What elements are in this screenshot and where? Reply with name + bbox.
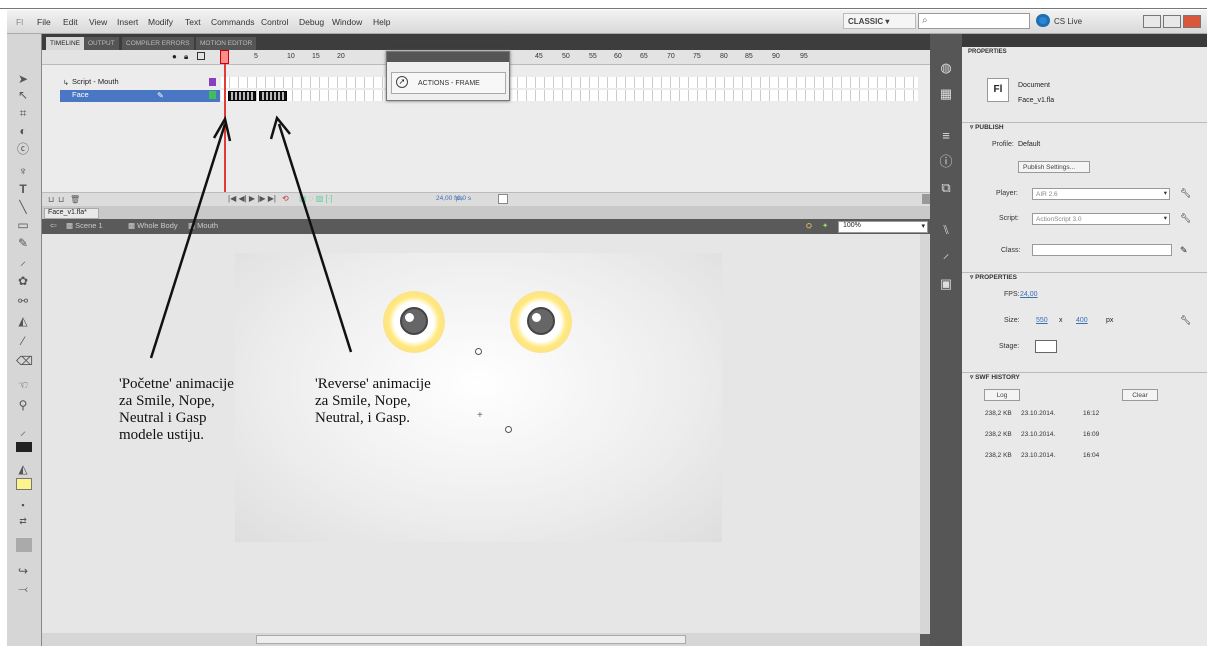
log-button[interactable]: Log xyxy=(984,389,1020,401)
flash-doc-icon: Fl xyxy=(987,78,1009,102)
history-row: 238,2 KB 23.10.2014. 16:09 xyxy=(985,431,1100,438)
publish-settings-button[interactable]: Publish Settings... xyxy=(1018,161,1090,173)
motion-presets-icon[interactable]: ⸝ xyxy=(936,244,956,264)
publish-section-header[interactable]: ▿ PUBLISH xyxy=(962,122,1207,133)
class-label: Class: xyxy=(1001,247,1021,254)
chevron-down-icon: ▾ xyxy=(1163,190,1167,197)
history-row: 238,2 KB 23.10.2014. 16:12 xyxy=(985,410,1100,417)
profile-value: Default xyxy=(1018,141,1041,148)
fps-value[interactable]: 24,00 xyxy=(1020,291,1038,298)
class-input[interactable] xyxy=(1032,244,1172,256)
align-icon[interactable]: ≡ xyxy=(936,126,956,146)
arrow-start xyxy=(149,123,227,359)
components-icon[interactable]: ▣ xyxy=(936,274,956,294)
pencil-icon[interactable]: ✎ xyxy=(1180,245,1188,256)
doc-name: Face_v1.fla xyxy=(1018,97,1055,104)
script-select[interactable]: ActionScript 3.0 ▾ xyxy=(1032,213,1170,225)
wrench-icon[interactable]: 🔧︎ xyxy=(1180,315,1191,326)
arrow-reverse xyxy=(277,123,353,353)
vertical-scrollbar[interactable] xyxy=(920,234,930,634)
wrench-icon[interactable]: 🔧︎ xyxy=(1180,188,1191,199)
size-separator: x xyxy=(1059,317,1063,324)
horizontal-scroll-thumb[interactable] xyxy=(256,635,686,644)
size-unit: px xyxy=(1106,317,1114,324)
stage-height[interactable]: 400 xyxy=(1076,317,1088,324)
library-icon[interactable]: ⑊ xyxy=(936,220,956,240)
swatches-icon[interactable]: ▦ xyxy=(936,84,956,104)
transform-icon[interactable]: ⧉ xyxy=(936,178,956,198)
clear-button[interactable]: Clear xyxy=(1122,389,1158,401)
annotation-reverse: 'Reverse' animacije za Smile, Nope, Neut… xyxy=(315,376,431,426)
doc-type: Document xyxy=(1018,82,1050,89)
player-label: Player: xyxy=(996,190,1018,197)
stage-width[interactable]: 550 xyxy=(1036,317,1048,324)
fps-label: FPS: xyxy=(1004,291,1020,298)
properties-topbar xyxy=(962,34,1207,47)
swf-history-section-header[interactable]: ▿ SWF HISTORY xyxy=(962,372,1207,383)
player-select[interactable]: AIR 2.6 ▾ xyxy=(1032,188,1170,200)
stage-color-swatch[interactable] xyxy=(1035,340,1057,353)
panel-icon-dock: ◍ ▦ ≡ ⓘ ⧉ ⑊ ⸝ ▣ xyxy=(930,34,962,646)
chevron-down-icon: ▾ xyxy=(1163,215,1167,222)
color-icon[interactable]: ◍ xyxy=(936,58,956,78)
info-icon[interactable]: ⓘ xyxy=(936,152,956,172)
annotation-start: 'Početne' animacije za Smile, Nope, Neut… xyxy=(119,376,234,443)
script-label: Script: xyxy=(999,215,1019,222)
profile-label: Profile: xyxy=(992,141,1014,148)
properties-section-header[interactable]: ▿ PROPERTIES xyxy=(962,272,1207,283)
size-label: Size: xyxy=(1004,317,1020,324)
stage-label: Stage: xyxy=(999,343,1020,350)
history-row: 238,2 KB 23.10.2014. 16:04 xyxy=(985,452,1100,459)
wrench-icon[interactable]: 🔧︎ xyxy=(1180,213,1191,224)
properties-tab[interactable]: PROPERTIES xyxy=(964,47,1009,58)
